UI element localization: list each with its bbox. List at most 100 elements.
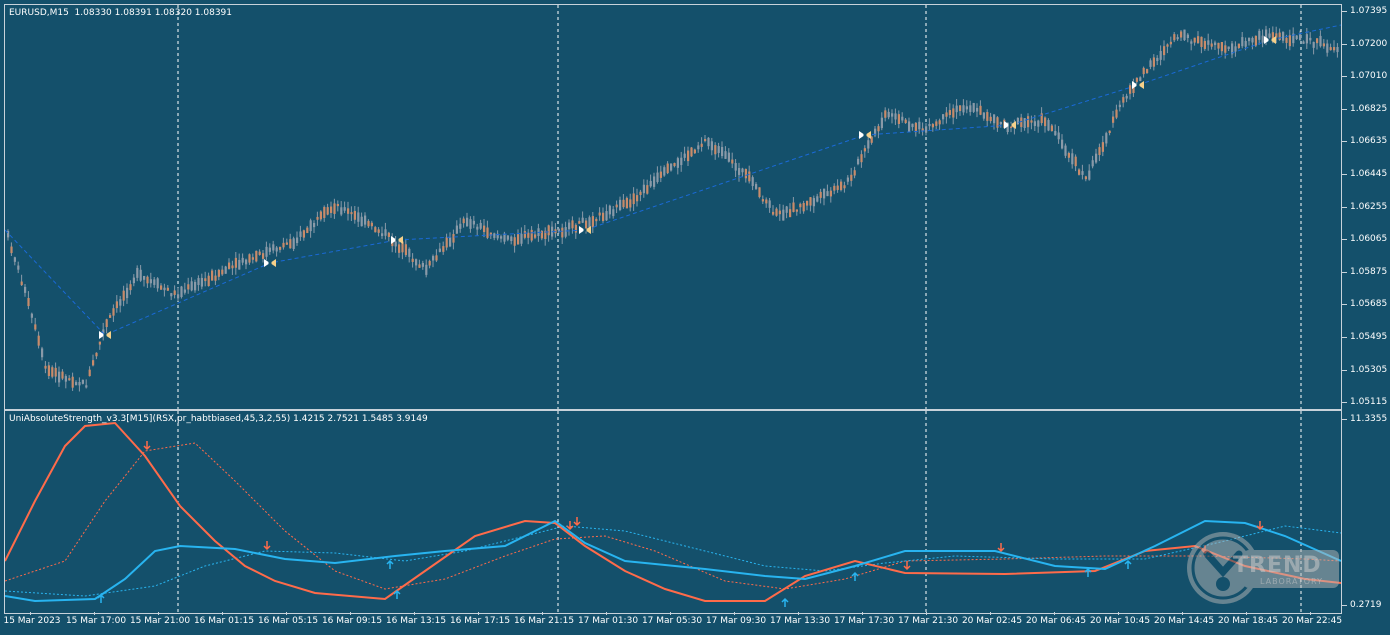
fractal-marker-icon: [99, 331, 111, 339]
time-tick: [222, 612, 223, 615]
candle-body: [1095, 153, 1098, 163]
candle-body: [676, 158, 679, 168]
candle-body: [755, 184, 758, 189]
candle-body: [64, 376, 67, 382]
time-label: 15 Mar 17:00: [65, 616, 127, 626]
candle-body: [925, 126, 928, 133]
price-level-label: 1.06825: [1350, 103, 1388, 114]
candle-body: [75, 382, 78, 386]
candle-body: [891, 113, 894, 117]
candle-body: [517, 234, 520, 245]
candle-body: [207, 275, 210, 287]
candle-body: [214, 275, 217, 281]
candle-body: [177, 294, 180, 299]
candle-body: [846, 177, 849, 182]
scale-tick: [1342, 43, 1347, 45]
indicator-pane[interactable]: UniAbsoluteStrength_v3.3[M15](RSX,pr_hab…: [4, 410, 1342, 614]
candle-body: [561, 227, 564, 238]
arrow-down-icon: [566, 521, 574, 531]
price-level-label: 1.07200: [1350, 38, 1388, 49]
time-tick: [478, 612, 479, 615]
candle-body: [534, 234, 537, 238]
candle-body: [642, 184, 645, 194]
candle-body: [1149, 60, 1152, 67]
candle-body: [394, 241, 397, 247]
candle-body: [802, 202, 805, 212]
candle-body: [653, 176, 656, 187]
candle-body: [292, 238, 295, 249]
candle-body: [999, 121, 1002, 125]
candle-body: [68, 378, 71, 381]
price-chart-title: EURUSD,M15 1.08330 1.08391 1.08320 1.083…: [9, 8, 233, 18]
candle-body: [938, 120, 941, 125]
candle-body: [724, 151, 727, 159]
candle-body: [126, 287, 129, 299]
candle-body: [1016, 117, 1019, 125]
candle-body: [880, 117, 883, 129]
indicator-scale[interactable]: 11.3355 0.2719: [1342, 410, 1390, 612]
candle-body: [646, 185, 649, 194]
time-label: 20 Mar 22:45: [1281, 616, 1343, 626]
arrow-up-icon: [1124, 559, 1132, 569]
candle-body: [714, 145, 717, 155]
candle-body: [13, 257, 16, 262]
candle-body: [591, 216, 594, 228]
candle-body: [462, 218, 465, 224]
time-tick: [94, 612, 95, 615]
time-label: 20 Mar 14:45: [1153, 616, 1215, 626]
candle-body: [1105, 133, 1108, 144]
price-chart-pane[interactable]: EURUSD,M15 1.08330 1.08391 1.08320 1.083…: [4, 4, 1342, 410]
candle-body: [34, 324, 37, 330]
time-label: 20 Mar 06:45: [1025, 616, 1087, 626]
time-label: 20 Mar 18:45: [1217, 616, 1279, 626]
candle-body: [877, 126, 880, 132]
candle-body: [204, 278, 207, 282]
candle-body: [493, 233, 496, 238]
candle-body: [1207, 40, 1210, 45]
candle-body: [1135, 77, 1138, 82]
candle-body: [1054, 131, 1057, 136]
candle-body: [285, 242, 288, 245]
candle-body: [367, 220, 370, 227]
arrow-up-icon: [1084, 567, 1092, 577]
candle-body: [224, 266, 227, 274]
candle-body: [455, 225, 458, 234]
candle-body: [700, 143, 703, 147]
fractal-marker-icon: [391, 236, 403, 244]
time-label: 15 Mar 2023: [3, 616, 61, 626]
scale-tick: [1342, 108, 1347, 110]
candle-body: [1200, 36, 1203, 47]
candle-body: [952, 108, 955, 118]
candle-body: [357, 212, 360, 222]
candle-body: [476, 226, 479, 230]
candle-body: [37, 335, 40, 346]
candle-body: [353, 210, 356, 220]
candle-body: [765, 199, 768, 204]
candle-body: [81, 379, 84, 384]
candle-body: [1190, 41, 1193, 44]
time-label: 20 Mar 10:45: [1089, 616, 1151, 626]
price-scale[interactable]: 1.07395 1.07200 1.07010 1.06825 1.06635 1.064…: [1342, 4, 1390, 408]
candle-body: [374, 227, 377, 233]
time-tick: [1246, 612, 1247, 615]
price-level-label: 1.05495: [1350, 332, 1388, 342]
candle-body: [1122, 97, 1125, 103]
candle-body: [1268, 33, 1271, 38]
scale-tick: [1342, 206, 1347, 208]
candle-body: [245, 259, 248, 265]
candle-body: [41, 348, 44, 358]
candle-body: [364, 215, 367, 225]
candle-body: [279, 246, 282, 250]
candle-body: [778, 210, 781, 215]
candle-body: [153, 279, 156, 285]
candle-body: [1299, 34, 1302, 41]
time-tick: [1182, 612, 1183, 615]
bears-strength-line: [5, 519, 1341, 603]
candle-body: [717, 146, 720, 153]
candle-body: [568, 222, 571, 230]
candle-body: [809, 197, 812, 206]
arrow-up-icon: [97, 593, 105, 603]
candle-body: [1084, 176, 1087, 180]
candle-body: [993, 114, 996, 124]
candle-body: [1329, 47, 1332, 51]
